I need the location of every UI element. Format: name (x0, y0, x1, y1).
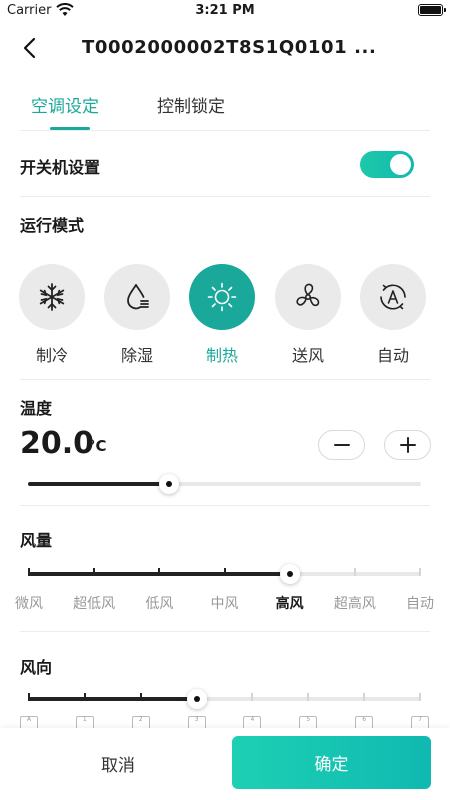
mode-fan-button[interactable]: 送风 (275, 264, 341, 365)
wind-direction-tick[interactable] (83, 693, 86, 701)
confirm-button[interactable]: 确定 (232, 736, 431, 789)
mode-auto-button[interactable]: 自动 (360, 264, 426, 365)
temperature-unit: °C (88, 437, 107, 455)
mode-heat-button[interactable]: 制热 (189, 264, 255, 365)
fan-speed-option[interactable]: 自动 (406, 593, 434, 613)
page-title: T0002000002T8S1Q0101 ... (82, 37, 377, 58)
fan-speed-option[interactable]: 低风 (145, 593, 173, 613)
fan-speed-slider[interactable] (28, 564, 421, 584)
tab-ac-settings[interactable]: 空调设定 (31, 92, 99, 117)
fan-speed-option[interactable]: 微风 (15, 593, 43, 613)
divider (20, 631, 430, 632)
fan-speed-tick[interactable] (419, 568, 421, 576)
snowflake-icon (39, 283, 65, 311)
tab-bar: 空调设定 控制锁定 (0, 82, 450, 130)
mode-auto-circle (360, 264, 426, 330)
mode-fan-label: 送风 (291, 346, 324, 365)
temperature-slider[interactable] (28, 474, 421, 494)
temperature-slider-thumb[interactable] (159, 474, 180, 494)
wind-direction-tick[interactable] (307, 693, 310, 701)
droplet-icon (127, 284, 149, 310)
wind-direction-slider-fill (29, 697, 197, 701)
power-label: 开关机设置 (20, 158, 101, 177)
fan-speed-option[interactable]: 高风 (276, 593, 304, 613)
auto-icon (380, 284, 406, 310)
mode-cool-label: 制冷 (35, 346, 68, 365)
fan-speed-option[interactable]: 超高风 (334, 593, 376, 613)
minus-icon (333, 444, 350, 446)
divider (20, 196, 430, 197)
battery-icon (418, 4, 446, 16)
mode-fan-circle (275, 264, 341, 330)
temperature-label: 温度 (20, 399, 53, 418)
mode-cool-button[interactable]: 制冷 (19, 264, 85, 365)
mode-cool-circle (19, 264, 85, 330)
mode-label: 运行模式 (20, 216, 85, 235)
nav-bar: T0002000002T8S1Q0101 ... (0, 28, 450, 68)
mode-dry-circle (104, 264, 170, 330)
divider (20, 505, 430, 506)
plus-icon (399, 437, 416, 453)
fan-speed-slider-thumb[interactable] (279, 564, 300, 584)
mode-heat-circle (189, 264, 255, 330)
wind-direction-tick[interactable] (419, 693, 421, 701)
toggle-knob (390, 154, 411, 175)
fan-speed-tick[interactable] (353, 568, 356, 576)
wind-direction-tick[interactable] (139, 693, 142, 701)
status-time: 3:21 PM (195, 3, 255, 18)
temperature-slider-fill (28, 482, 170, 486)
power-toggle[interactable] (360, 151, 414, 178)
mode-dry-label: 除湿 (120, 346, 153, 365)
temperature-value: 20.0 (20, 426, 95, 461)
fan-speed-option[interactable]: 超低风 (73, 593, 115, 613)
back-icon[interactable] (20, 36, 40, 60)
fan-speed-tick[interactable] (93, 568, 96, 576)
fan-speed-tick[interactable] (158, 568, 161, 576)
fan-speed-option[interactable]: 中风 (211, 593, 239, 613)
sun-icon (207, 282, 237, 312)
divider (20, 130, 430, 131)
wind-direction-label: 风向 (20, 658, 53, 677)
bottom-action-bar: 取消 确定 (0, 728, 450, 800)
mode-heat-label: 制热 (205, 346, 238, 365)
status-bar: Carrier 3:21 PM (0, 0, 450, 22)
wind-direction-slider[interactable] (28, 689, 421, 709)
cancel-button[interactable]: 取消 (20, 737, 216, 789)
temperature-decrease-button[interactable] (318, 430, 365, 460)
fan-icon (296, 283, 320, 307)
tab-control-lock[interactable]: 控制锁定 (157, 92, 225, 117)
fan-speed-tick[interactable] (223, 568, 226, 576)
mode-auto-label: 自动 (376, 346, 409, 365)
mode-dry-button[interactable]: 除湿 (104, 264, 170, 365)
wind-direction-tick[interactable] (251, 693, 254, 701)
temperature-increase-button[interactable] (384, 430, 431, 460)
wind-direction-tick[interactable] (363, 693, 366, 701)
wind-direction-tick[interactable] (28, 693, 30, 701)
divider (20, 379, 430, 380)
wind-direction-slider-thumb[interactable] (186, 689, 207, 709)
fan-speed-label: 风量 (20, 531, 53, 550)
fan-speed-tick[interactable] (28, 568, 30, 576)
